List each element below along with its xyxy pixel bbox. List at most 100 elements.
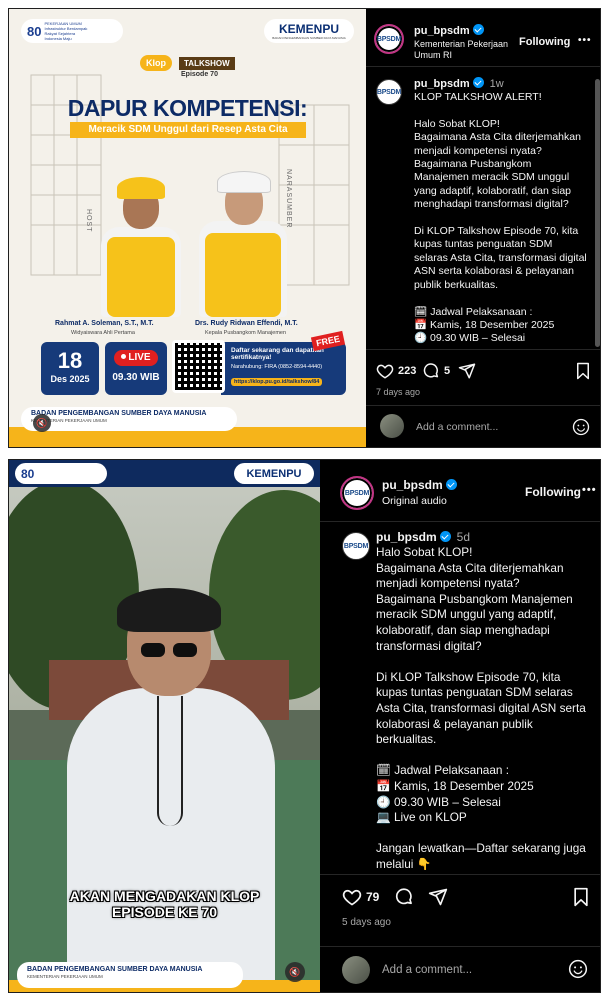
video-person-hair [117, 588, 221, 632]
post-1-header: BPSDM pu_bpsdm Kementerian Pekerjaan Umu… [366, 9, 600, 67]
verified-icon [445, 479, 457, 490]
qr-code [172, 340, 225, 393]
audio-label: Original audio [382, 495, 447, 507]
mute-icon[interactable]: 🔇 [33, 414, 51, 432]
caption-text: Halo Sobat KLOP! Bagaimana Asta Cita dit… [376, 545, 586, 870]
author-avatar[interactable]: BPSDM [374, 24, 404, 54]
author-username[interactable]: pu_bpsdm [414, 24, 484, 37]
viewer-avatar [380, 414, 404, 438]
comment-input[interactable] [382, 961, 542, 979]
post-2-header: BPSDM pu_bpsdm Original audio Following … [320, 460, 600, 522]
post-2-video[interactable]: 80 KEMENPU AKAN MENGADAKAN KLOP EPISODE … [9, 460, 320, 992]
video-subtitle-line1: AKAN MENGADAKAN KLOP [69, 888, 260, 904]
emoji-button[interactable] [572, 418, 590, 441]
like-count: 223 [398, 365, 417, 377]
video-footer: BADAN PENGEMBANGAN SUMBER DAYA MANUSIA K… [17, 962, 243, 988]
comment-input[interactable] [416, 418, 566, 436]
share-button[interactable] [428, 887, 448, 907]
more-options-icon[interactable]: ••• [578, 35, 592, 46]
episode-label: Episode 70 [181, 71, 218, 78]
kemenpu-text: KEMENPU [246, 467, 302, 480]
pu-80-logo: 80 PEKERJAAN UMUM Infrastruktur Berdampa… [21, 19, 123, 43]
heart-icon [342, 889, 362, 906]
logo-small-text: PEKERJAAN UMUM Infrastruktur Berdampak R… [44, 21, 88, 41]
post-1-sidebar: BPSDM pu_bpsdm Kementerian Pekerjaan Umu… [366, 9, 600, 447]
post-1-actions: 223 5 7 days ago [366, 349, 600, 403]
date-box: 18 Des 2025 [41, 342, 99, 395]
date-month-year: Des 2025 [50, 374, 90, 384]
poster-logos: 80 PEKERJAAN UMUM Infrastruktur Berdampa… [21, 19, 354, 43]
mute-icon[interactable]: 🔇 [285, 962, 305, 982]
save-button[interactable] [572, 887, 590, 907]
pu-80-logo: 80 [15, 463, 107, 484]
comment-button[interactable] [394, 887, 414, 907]
live-badge: LIVE [114, 350, 158, 366]
author-avatar[interactable]: BPSDM [340, 476, 374, 510]
building-sketch [30, 74, 350, 286]
footer-subtitle: KEMENTERIAN PEKERJAAN UMUM [27, 974, 103, 979]
caption-time: 5d [456, 530, 471, 544]
post-age: 7 days ago [376, 387, 421, 397]
footer-subtitle: KEMENTERIAN PEKERJAAN UMUM [31, 418, 107, 423]
registration-box: Daftar sekarang dan dapatkan sertifikatn… [221, 342, 346, 395]
registration-title: Daftar sekarang dan dapatkan sertifikatn… [231, 347, 324, 361]
following-button[interactable]: Following [525, 485, 581, 499]
caption-avatar[interactable]: BPSDM [342, 532, 370, 560]
share-button[interactable] [458, 362, 476, 380]
like-button[interactable]: 223 [376, 362, 416, 380]
following-button[interactable]: Following [519, 36, 570, 48]
kemenpu-logo: KEMENPU BADAN PENGEMBANGAN SUMBER DAYA M… [264, 19, 354, 43]
talkshow-badge: TALKSHOW [179, 57, 235, 70]
registration-contact: Narahubung: FIRA (0852-8594-4440) [231, 364, 323, 370]
comment-icon [395, 888, 412, 905]
live-text: LIVE [128, 352, 151, 363]
caption-avatar[interactable]: BPSDM [376, 79, 402, 105]
live-box: LIVE 09.30 WIB [105, 342, 167, 395]
caption-username[interactable]: pu_bpsdm [376, 530, 451, 544]
video-subtitle-line2: EPISODE KE 70 [111, 904, 218, 920]
kemenpu-subtext: BADAN PENGEMBANGAN SUMBER DAYA MANUSIA [272, 36, 346, 40]
author-username[interactable]: pu_bpsdm [382, 478, 457, 492]
poster-footer: BADAN PENGEMBANGAN SUMBER DAYA MANUSIA K… [21, 407, 237, 431]
save-button[interactable] [575, 362, 591, 380]
caption-time: 1w [489, 78, 504, 90]
caption-username[interactable]: pu_bpsdm [414, 77, 484, 90]
poster-subtitle: Meracik SDM Unggul dari Resep Asta Cita [70, 122, 306, 138]
guest-photo [195, 159, 291, 317]
logo-80-text: 80 [21, 466, 35, 481]
post-1-image[interactable]: 80 PEKERJAAN UMUM Infrastruktur Berdampa… [9, 9, 366, 447]
caption-scrollbar[interactable] [595, 79, 600, 347]
poster-title: DAPUR KOMPETENSI: [67, 95, 308, 121]
footer-title: BADAN PENGEMBANGAN SUMBER DAYA MANUSIA [27, 966, 203, 973]
logo-80-text: 80 [27, 23, 42, 39]
caption-text: KLOP TALKSHOW ALERT! Halo Sobat KLOP! Ba… [414, 91, 587, 347]
klop-logo: Klop [140, 55, 172, 71]
post-2-actions: 79 5 days ago [320, 874, 600, 948]
more-options-icon[interactable]: ••• [582, 484, 597, 496]
emoji-icon [568, 959, 588, 979]
host-role: Widyaiswara Ahli Pertama [71, 330, 135, 336]
guest-name: Drs. Rudy Ridwan Effendi, M.T. [195, 320, 298, 327]
emoji-icon [572, 418, 590, 436]
verified-icon [472, 24, 484, 35]
comment-bar [320, 946, 600, 992]
post-2-caption: BPSDM pu_bpsdm 5d Halo Sobat KLOP! Bagaim… [320, 530, 600, 870]
like-count: 79 [366, 890, 380, 904]
like-button[interactable]: 79 [342, 887, 379, 907]
host-name: Rahmat A. Soleman, S.T., M.T. [55, 320, 154, 327]
kemenpu-logo: KEMENPU [234, 463, 314, 484]
bookmark-icon [577, 362, 589, 380]
post-2: 80 KEMENPU AKAN MENGADAKAN KLOP EPISODE … [8, 459, 601, 993]
post-1-caption: BPSDM pu_bpsdm 1w KLOP TALKSHOW ALERT! Ha… [366, 77, 600, 347]
date-day: 18 [57, 348, 83, 373]
comment-count: 5 [444, 365, 451, 377]
comment-icon [423, 363, 439, 378]
post-2-sidebar: BPSDM pu_bpsdm Original audio Following … [320, 460, 600, 992]
comment-button[interactable]: 5 [422, 362, 450, 380]
heart-icon [376, 364, 394, 379]
share-icon [458, 363, 476, 379]
emoji-button[interactable] [568, 959, 588, 984]
share-icon [428, 888, 448, 906]
verified-icon [439, 531, 451, 542]
video-person-glasses [141, 643, 201, 657]
